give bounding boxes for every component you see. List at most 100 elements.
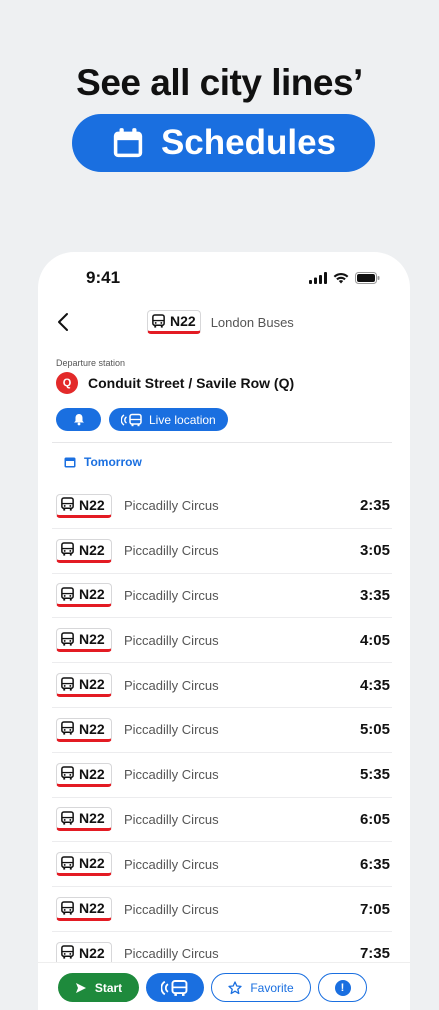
alert-button[interactable]: ! bbox=[318, 973, 367, 1002]
row-departure-time: 3:35 bbox=[359, 586, 390, 604]
row-line-number: N22 bbox=[79, 496, 105, 513]
operator-name: London Buses bbox=[210, 314, 294, 330]
departure-station[interactable]: Q Conduit Street / Savile Row (Q) bbox=[56, 372, 294, 394]
schedule-row[interactable]: N22 Piccadilly Circus 5:35 bbox=[52, 753, 392, 798]
row-departure-time: 7:05 bbox=[359, 900, 390, 918]
row-destination: Piccadilly Circus bbox=[124, 767, 219, 783]
row-departure-time: 5:35 bbox=[359, 766, 390, 784]
row-line-number: N22 bbox=[79, 541, 105, 558]
row-line-badge: N22 bbox=[56, 807, 112, 832]
promo-headline: See all city lines’ bbox=[76, 62, 363, 103]
schedule-row[interactable]: N22 Piccadilly Circus 3:05 bbox=[52, 529, 392, 574]
departure-label: Departure station bbox=[56, 358, 126, 368]
row-departure-time: 7:35 bbox=[359, 945, 390, 963]
bus-icon bbox=[61, 900, 74, 915]
schedule-row[interactable]: N22 Piccadilly Circus 6:05 bbox=[52, 798, 392, 843]
row-line-badge: N22 bbox=[56, 628, 112, 653]
row-line-number: N22 bbox=[79, 586, 105, 603]
status-icons bbox=[309, 272, 380, 284]
navigate-arrow-icon bbox=[75, 982, 86, 993]
row-destination: Piccadilly Circus bbox=[124, 856, 219, 872]
row-destination: Piccadilly Circus bbox=[124, 946, 219, 962]
phone-screen: 9:41 N22 London Buses Departure station … bbox=[38, 252, 410, 1010]
row-line-number: N22 bbox=[79, 855, 105, 872]
schedule-row[interactable]: N22 Piccadilly Circus 4:35 bbox=[52, 663, 392, 708]
action-buttons: Live location bbox=[56, 408, 228, 431]
row-line-badge: N22 bbox=[56, 897, 112, 922]
bottom-bar: Start Favorite ! bbox=[38, 962, 410, 1010]
bus-icon bbox=[61, 855, 74, 870]
line-badge: N22 bbox=[147, 310, 201, 334]
row-destination: Piccadilly Circus bbox=[124, 722, 219, 738]
bus-icon bbox=[61, 676, 74, 691]
date-label: Tomorrow bbox=[84, 455, 142, 469]
live-location-label: Live location bbox=[149, 412, 216, 427]
live-location-button[interactable]: Live location bbox=[109, 408, 228, 431]
star-icon bbox=[228, 980, 242, 994]
wifi-icon bbox=[333, 272, 349, 284]
bell-icon bbox=[73, 414, 84, 426]
row-destination: Piccadilly Circus bbox=[124, 632, 219, 648]
favorite-button[interactable]: Favorite bbox=[211, 973, 311, 1002]
row-departure-time: 5:05 bbox=[359, 721, 390, 739]
row-line-badge: N22 bbox=[56, 717, 112, 742]
row-line-number: N22 bbox=[79, 944, 105, 961]
row-line-number: N22 bbox=[79, 676, 105, 693]
divider bbox=[52, 442, 392, 443]
start-button[interactable]: Start bbox=[58, 973, 139, 1002]
bus-icon bbox=[61, 721, 74, 735]
row-departure-time: 3:05 bbox=[359, 542, 390, 560]
row-destination: Piccadilly Circus bbox=[124, 901, 219, 917]
row-line-badge: N22 bbox=[56, 583, 112, 608]
row-destination: Piccadilly Circus bbox=[124, 498, 219, 514]
bus-icon bbox=[61, 587, 74, 601]
calendar-small-icon bbox=[64, 457, 76, 468]
schedule-row[interactable]: N22 Piccadilly Circus 3:35 bbox=[52, 574, 392, 619]
schedules-pill: Schedules bbox=[72, 114, 375, 172]
live-bus-icon bbox=[121, 413, 142, 426]
row-destination: Piccadilly Circus bbox=[124, 543, 219, 559]
signal-icon bbox=[309, 272, 327, 284]
line-header: N22 London Buses bbox=[147, 310, 294, 334]
schedule-list: N22 Piccadilly Circus 2:35 N22 Piccadill… bbox=[52, 484, 392, 977]
battery-icon bbox=[355, 272, 380, 284]
row-departure-time: 6:35 bbox=[359, 855, 390, 873]
row-departure-time: 2:35 bbox=[359, 497, 390, 515]
alert-icon: ! bbox=[334, 979, 351, 996]
row-line-badge: N22 bbox=[56, 762, 112, 787]
row-line-number: N22 bbox=[79, 631, 105, 648]
live-bus-button[interactable] bbox=[146, 973, 204, 1002]
row-line-badge: N22 bbox=[56, 852, 112, 877]
schedule-row[interactable]: N22 Piccadilly Circus 2:35 bbox=[52, 484, 392, 529]
row-line-number: N22 bbox=[79, 810, 105, 827]
back-chevron-icon[interactable] bbox=[54, 310, 74, 334]
schedule-row[interactable]: N22 Piccadilly Circus 4:05 bbox=[52, 618, 392, 664]
schedule-row[interactable]: N22 Piccadilly Circus 5:05 bbox=[52, 708, 392, 753]
line-number: N22 bbox=[170, 313, 196, 329]
row-departure-time: 4:35 bbox=[359, 676, 390, 694]
bus-icon bbox=[61, 542, 74, 556]
schedule-row[interactable]: N22 Piccadilly Circus 6:35 bbox=[52, 842, 392, 888]
schedules-pill-label: Schedules bbox=[160, 123, 337, 162]
notify-button[interactable] bbox=[56, 408, 101, 431]
status-time: 9:41 bbox=[86, 268, 121, 287]
date-selector[interactable]: Tomorrow bbox=[64, 455, 142, 469]
calendar-icon bbox=[113, 128, 143, 158]
row-line-number: N22 bbox=[79, 900, 105, 917]
bus-icon bbox=[61, 945, 74, 959]
bus-icon bbox=[152, 313, 165, 328]
row-line-badge: N22 bbox=[56, 493, 112, 518]
row-destination: Piccadilly Circus bbox=[124, 677, 219, 693]
live-bus-icon bbox=[161, 979, 188, 996]
row-destination: Piccadilly Circus bbox=[124, 811, 219, 827]
bus-icon bbox=[61, 766, 74, 780]
bus-icon bbox=[61, 497, 74, 511]
row-line-badge: N22 bbox=[56, 538, 112, 563]
row-departure-time: 6:05 bbox=[359, 810, 390, 828]
schedule-row[interactable]: N22 Piccadilly Circus 7:05 bbox=[52, 887, 392, 932]
row-line-badge: N22 bbox=[56, 673, 112, 698]
row-destination: Piccadilly Circus bbox=[124, 587, 219, 603]
station-icon: Q bbox=[56, 372, 78, 394]
bus-icon bbox=[61, 631, 74, 646]
station-name: Conduit Street / Savile Row (Q) bbox=[88, 375, 295, 391]
